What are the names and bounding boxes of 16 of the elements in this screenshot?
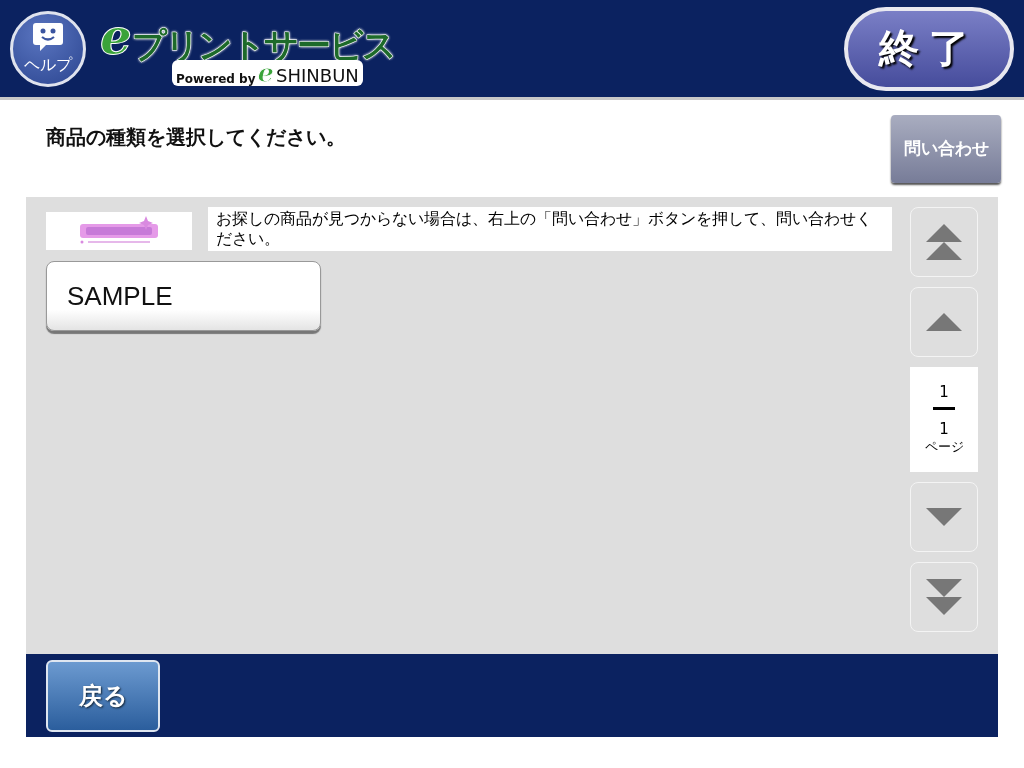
powered-by-text: Powered by [176,71,256,86]
inquiry-button[interactable]: 問い合わせ [891,114,1001,183]
logo-e-mark: e [100,11,132,62]
back-button[interactable]: 戻る [46,659,160,732]
logo-e-mark: e [257,59,275,86]
product-button[interactable]: SAMPLE [46,261,321,331]
brand-name: SHINBUN [276,64,359,86]
exit-button[interactable]: 終了 [844,6,1014,91]
logo-title: プリントサービス [131,27,395,62]
chat-face-icon [32,21,64,53]
notice-text: お探しの商品が見つからない場合は、右上の「問い合わせ」ボタンを押して、問い合わせください。 [208,207,892,251]
instruction-text: 商品の種類を選択してください。 [46,124,346,151]
help-button[interactable]: ヘルプ [10,10,86,87]
current-page: 1 [939,383,949,401]
total-pages: 1 [939,420,949,438]
page-unit: ページ [924,438,964,456]
